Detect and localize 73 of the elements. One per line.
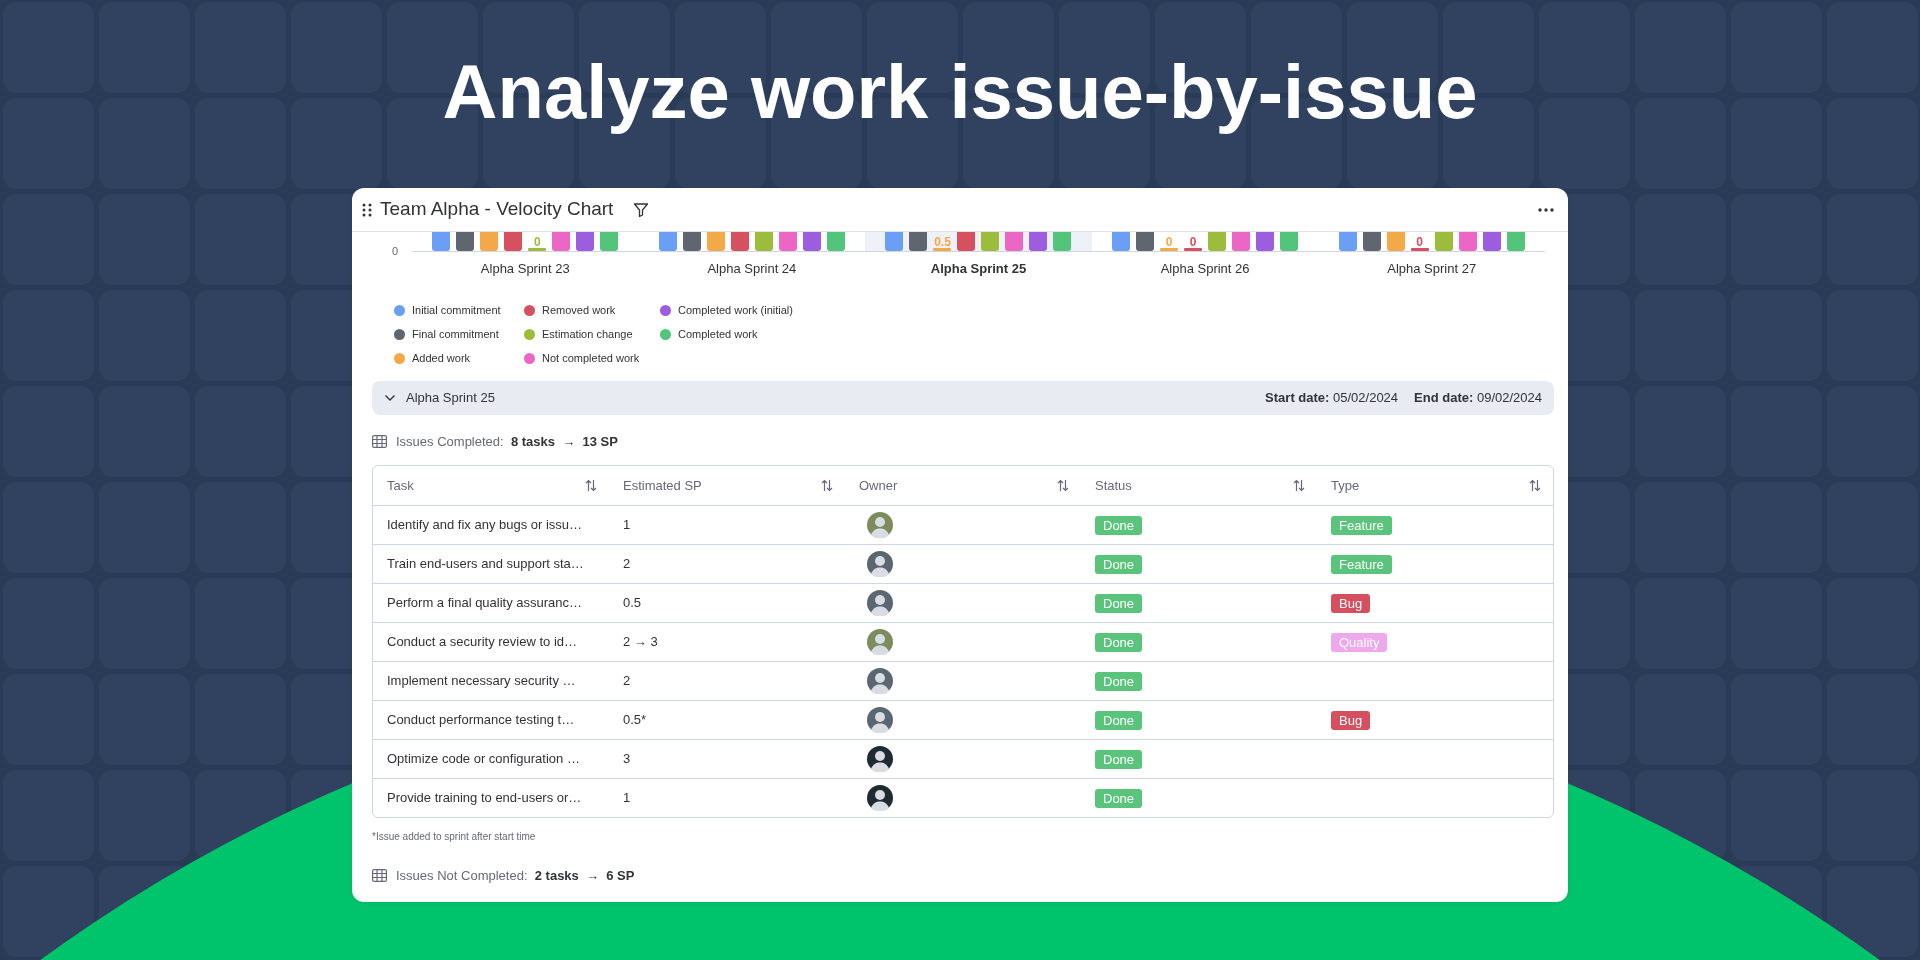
table-cell-text: Conduct a security review to id…: [387, 633, 578, 652]
more-icon[interactable]: [1538, 207, 1554, 212]
sort-icon[interactable]: [821, 479, 833, 492]
bar-value-label: 0: [533, 236, 541, 248]
column-header[interactable]: Status: [1095, 475, 1132, 496]
table-cell-text: Optimize code or configuration …: [387, 750, 580, 769]
status-label: Done: [1095, 671, 1143, 691]
footnote: *Issue added to sprint after start time: [372, 830, 537, 844]
legend-label: Initial commitment: [412, 303, 501, 319]
headline: Analyze work issue-by-issue: [441, 48, 1479, 136]
table-cell-text: 2: [623, 672, 631, 691]
table-cell-text: Identify and fix any bugs or issu…: [387, 516, 583, 535]
summary-text: Issues Completed: 8 tasks → 13 SP: [396, 432, 618, 451]
end-date: End date: 09/02/2024: [1414, 388, 1542, 407]
drag-handle-icon[interactable]: [362, 202, 372, 217]
legend-label: Removed work: [542, 303, 616, 319]
table-icon: [372, 869, 387, 883]
legend-label: Estimation change: [542, 327, 633, 343]
bar-value-label: 0.5: [934, 236, 951, 248]
axis-tick-label: 0: [390, 246, 399, 257]
status-label: Done: [1095, 554, 1143, 574]
window-title: Team Alpha - Velocity Chart: [380, 197, 614, 222]
axis-category-label: Alpha Sprint 24: [707, 261, 797, 276]
table-cell-text: 0.5: [623, 594, 642, 613]
column-header[interactable]: Estimated SP: [623, 475, 702, 496]
table-cell-text: Perform a final quality assuranc…: [387, 594, 583, 613]
filter-icon[interactable]: [633, 201, 650, 218]
status-label: Done: [1095, 749, 1143, 769]
sprint-header[interactable]: Alpha Sprint 25 Start date: 05/02/2024 End date: 09/02/2024: [372, 380, 1554, 415]
axis-category-label: Alpha Sprint 25: [930, 261, 1027, 276]
legend-label: Not completed work: [542, 351, 640, 367]
table-cell-text: 2 → 3: [623, 633, 658, 652]
bar-value-label: 0: [1165, 236, 1173, 248]
status-label: Done: [1095, 710, 1143, 730]
column-header[interactable]: Task: [387, 475, 414, 496]
table-cell-text: 1: [623, 516, 631, 535]
sort-icon[interactable]: [1057, 479, 1069, 492]
chevron-icon[interactable]: [384, 393, 396, 402]
sort-icon[interactable]: [585, 479, 597, 492]
table-cell-text: Train end-users and support sta…: [387, 555, 584, 574]
column-header[interactable]: Owner: [859, 475, 898, 496]
status-label: Done: [1095, 788, 1143, 808]
axis-category-label: Alpha Sprint 27: [1387, 261, 1477, 276]
table-cell-text: Implement necessary security …: [387, 672, 576, 691]
legend-label: Completed work: [678, 327, 758, 343]
sort-icon[interactable]: [1293, 479, 1305, 492]
type-label: Quality: [1331, 632, 1388, 652]
table-cell-text: Provide training to end-users or…: [387, 789, 582, 808]
status-label: Done: [1095, 593, 1143, 613]
column-header[interactable]: Type: [1331, 475, 1360, 496]
type-label: Bug: [1331, 710, 1371, 730]
type-label: Feature: [1331, 554, 1392, 574]
start-date: Start date: 05/02/2024: [1265, 388, 1399, 407]
legend-label: Final commitment: [412, 327, 499, 343]
legend-label: Completed work (initial): [678, 303, 793, 319]
table-cell-text: 2: [623, 555, 631, 574]
legend-label: Added work: [412, 351, 471, 367]
bar-value-label: 0: [1189, 236, 1197, 248]
table-icon: [372, 434, 387, 448]
status-label: Done: [1095, 632, 1143, 652]
sort-icon[interactable]: [1529, 479, 1541, 492]
axis-category-label: Alpha Sprint 26: [1160, 261, 1250, 276]
table-cell-text: 0.5*: [623, 711, 647, 730]
sprint-name: Alpha Sprint 25: [406, 388, 495, 407]
axis-category-label: Alpha Sprint 23: [480, 261, 570, 276]
bar-value-label: 0: [1416, 236, 1423, 248]
type-label: Feature: [1331, 515, 1392, 535]
table-cell-text: 3: [623, 750, 631, 769]
table-cell-text: Conduct performance testing t…: [387, 711, 575, 730]
status-label: Done: [1095, 515, 1143, 535]
table-cell-text: 1: [623, 789, 631, 808]
summary-text: Issues Not Completed: 2 tasks → 6 SP: [396, 867, 635, 885]
type-label: Bug: [1331, 593, 1371, 613]
